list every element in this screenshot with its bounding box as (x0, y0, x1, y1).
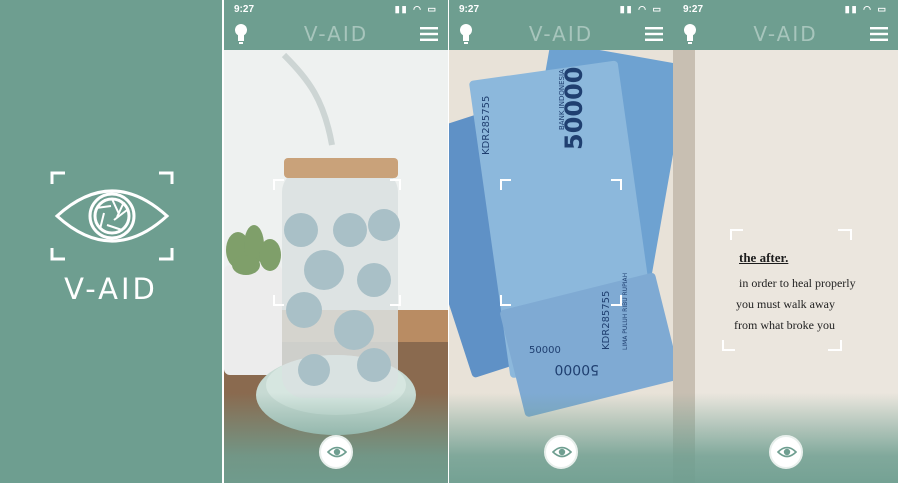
status-time: 9:27 (459, 4, 480, 15)
eye-aperture-icon (50, 171, 174, 261)
app-title: V-AID (528, 22, 594, 46)
eye-capture-icon (327, 446, 347, 458)
app-header: V-AID (673, 20, 898, 50)
hamburger-menu-icon[interactable] (870, 27, 888, 41)
book-line-1: in order to heal properly (739, 276, 856, 290)
app-title: V-AID (303, 22, 369, 46)
camera-screen-currency: 50000 BANK INDONESIA KDR285755 KDR285755… (449, 0, 673, 483)
capture-button[interactable] (319, 435, 353, 469)
hamburger-menu-icon[interactable] (645, 27, 663, 41)
eye-capture-icon (552, 446, 572, 458)
brand-wordmark: V-AID (64, 272, 158, 306)
camera-screen-text: the after. in order to heal properly you… (673, 0, 898, 483)
splash-screen: V-AID (0, 0, 222, 483)
book-line-3: from what broke you (734, 318, 835, 332)
status-time: 9:27 (683, 4, 704, 15)
status-bar: 9:27 ▮▮ ◠ ▭ (673, 0, 898, 20)
status-bar: 9:27 ▮▮ ◠ ▭ (449, 0, 673, 20)
eye-capture-icon (776, 446, 797, 458)
book-text-block: the after. in order to heal properly you… (734, 250, 889, 333)
banknote-serial-2: KDR285755 (601, 291, 612, 350)
camera-screen-object: 9:27 ▮▮ ◠ ▭ V-AID (224, 0, 448, 483)
system-icons: ▮▮ ◠ ▭ (394, 4, 438, 14)
capture-button[interactable] (768, 435, 803, 469)
banknote-value-inverted: 50000 (554, 361, 599, 377)
status-bar: 9:27 ▮▮ ◠ ▭ (224, 0, 448, 20)
banknote-value-bottom: 50000 (529, 345, 561, 356)
banknote-words: LIMA PULUH RIBU RUPIAH (622, 273, 629, 350)
system-icons: ▮▮ ◠ ▭ (619, 4, 663, 14)
app-header: V-AID (449, 20, 673, 50)
banknote-serial: KDR285755 (481, 96, 492, 155)
app-header: V-AID (224, 20, 448, 50)
status-time: 9:27 (234, 4, 255, 15)
app-showcase: V-AID 9:27 ▮▮ ◠ ▭ V-AID 50000 BANK INDON… (0, 0, 898, 483)
book-heading: the after. (739, 250, 789, 265)
app-title: V-AID (753, 22, 818, 46)
banknote-bank: BANK INDONESIA (558, 69, 566, 130)
capture-button[interactable] (544, 435, 578, 469)
book-line-2: you must walk away (736, 297, 835, 311)
hamburger-menu-icon[interactable] (420, 27, 438, 41)
system-icons: ▮▮ ◠ ▭ (844, 4, 888, 14)
